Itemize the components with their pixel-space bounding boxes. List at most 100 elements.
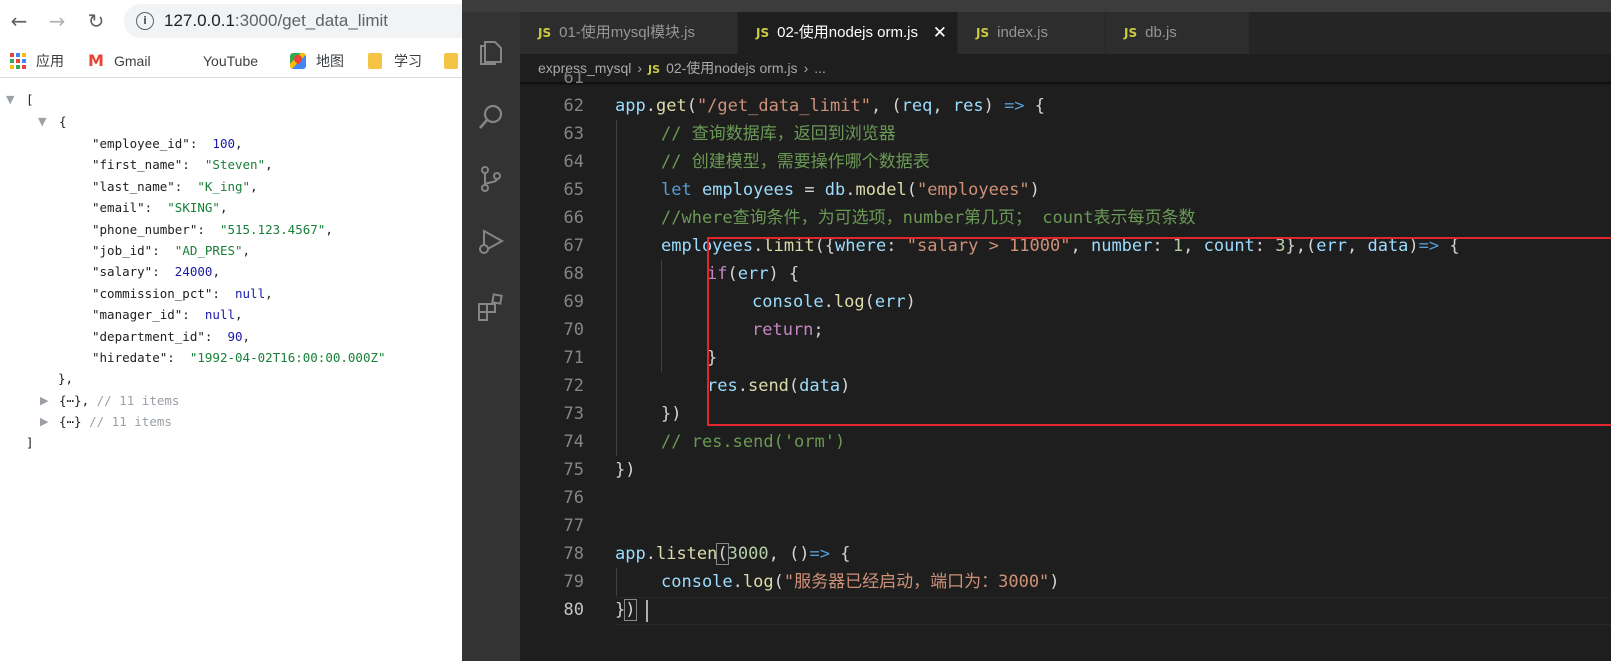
code-line-66: //where查询条件，为可选项，number第几页； count表示每页条数: [661, 208, 1196, 228]
back-arrow-icon[interactable]: ←: [6, 8, 32, 34]
url-text[interactable]: 127.0.0.1:3000/get_data_limit: [164, 11, 388, 31]
breadcrumb-file[interactable]: 02-使用nodejs orm.js: [666, 60, 798, 76]
json-key: "job_id":: [92, 243, 160, 258]
json-value: "515.123.4567": [219, 221, 326, 237]
js-file-icon: JS: [1124, 26, 1138, 40]
code-line-74: // res.send('orm'): [661, 432, 846, 452]
gmail-icon: M: [88, 51, 104, 70]
json-field: "first_name": "Steven",: [92, 157, 273, 173]
line-number: 79: [563, 572, 584, 592]
json-field: "commission_pct": null,: [92, 285, 273, 301]
browser-toolbar: ← → ↻ i 127.0.0.1:3000/get_data_limit: [0, 0, 462, 42]
json-value: "Steven": [204, 157, 266, 173]
json-key: "first_name":: [92, 157, 190, 173]
code-line-73: }): [661, 404, 682, 424]
line-number: 76: [563, 488, 584, 508]
json-value: "1992-04-02T16:00:00.000Z": [189, 350, 386, 365]
bookmark-apps[interactable]: 应用: [10, 51, 64, 71]
maps-icon: [290, 53, 308, 69]
tab-file[interactable]: JS db.js: [1106, 12, 1250, 54]
url-host: 127.0.0.1: [164, 11, 235, 30]
code-line-64: // 创建模型，需要操作哪个数据表: [661, 152, 930, 172]
line-number: 73: [563, 404, 584, 424]
breadcrumb-more[interactable]: ...: [814, 60, 826, 76]
bookmark-folder-study[interactable]: 学习: [368, 51, 422, 71]
bookmarks-bar: 应用 M Gmail YouTube 地图 学习: [0, 44, 462, 78]
tab-label: 02-使用nodejs orm.js: [777, 24, 918, 41]
json-key: "employee_id":: [92, 136, 198, 151]
line-number: 68: [563, 264, 584, 284]
extensions-icon[interactable]: [476, 292, 506, 322]
bookmark-gmail[interactable]: M Gmail: [88, 51, 151, 71]
tab-file[interactable]: JS 01-使用mysql模块.js: [520, 12, 738, 54]
line-number: 77: [563, 516, 584, 536]
json-value: null: [204, 307, 236, 323]
bookmark-label: 应用: [36, 53, 64, 69]
tab-file-active[interactable]: JS 02-使用nodejs orm.js ✕: [738, 12, 958, 54]
tab-label: db.js: [1145, 24, 1177, 41]
search-icon[interactable]: [476, 102, 506, 132]
json-key: "salary":: [92, 264, 160, 280]
chevron-right-icon: ›: [803, 60, 809, 76]
code-line-80: }): [615, 599, 637, 621]
line-number: 63: [563, 124, 584, 144]
line-number: 66: [563, 208, 584, 228]
bookmark-label: YouTube: [203, 53, 259, 69]
json-collapsed-object[interactable]: {⋯} // 11 items: [59, 412, 172, 432]
explorer-files-icon[interactable]: [476, 38, 506, 68]
json-value: null: [235, 285, 266, 301]
json-field: "department_id": 90,: [92, 328, 251, 344]
line-number: 70: [563, 320, 584, 340]
bookmark-youtube[interactable]: YouTube: [177, 51, 258, 71]
code-line-75: }): [615, 460, 636, 480]
js-file-icon: JS: [976, 26, 990, 40]
collapse-triangle-icon[interactable]: ▶: [40, 412, 48, 432]
js-file-icon: JS: [756, 26, 770, 40]
tab-label: 01-使用mysql模块.js: [559, 24, 695, 41]
json-field: "email": "SKING",: [92, 200, 228, 216]
source-control-icon[interactable]: [476, 164, 506, 194]
bookmark-label: 地图: [316, 53, 344, 69]
expand-triangle-icon[interactable]: ▼: [6, 90, 14, 110]
forward-arrow-icon[interactable]: →: [44, 8, 70, 34]
json-key: "department_id":: [92, 328, 213, 344]
code-editor-window: JS 01-使用mysql模块.js JS 02-使用nodejs orm.js ✕ …: [462, 0, 1611, 661]
line-number: 62: [563, 96, 584, 116]
run-debug-icon[interactable]: [476, 227, 506, 257]
tab-label: index.js: [997, 24, 1048, 41]
tab-file[interactable]: JS index.js: [958, 12, 1106, 54]
collapse-triangle-icon[interactable]: ▶: [40, 391, 48, 411]
close-icon[interactable]: ✕: [933, 12, 947, 54]
address-bar[interactable]: i 127.0.0.1:3000/get_data_limit: [124, 4, 462, 38]
json-key: "last_name":: [92, 178, 183, 194]
code-line-65: let employees = db.model("employees"): [661, 180, 1040, 200]
reload-icon[interactable]: ↻: [83, 8, 109, 34]
folder-icon: [368, 53, 386, 69]
info-icon[interactable]: i: [136, 12, 154, 30]
json-field: "phone_number": "515.123.4567",: [92, 221, 333, 237]
json-key: "email":: [92, 200, 153, 216]
json-field: "salary": 24000,: [92, 264, 220, 280]
json-value: "AD_PRES": [174, 243, 243, 258]
line-number: 74: [563, 432, 584, 452]
line-number: 65: [563, 180, 584, 200]
collapsed-object-text: {⋯}: [59, 414, 82, 429]
code-line-78: app.listen(3000, ()=> {: [615, 543, 851, 565]
title-bar: [462, 0, 1611, 12]
indent-guide: [661, 260, 662, 372]
bookmark-folder-more[interactable]: [444, 51, 462, 71]
expand-triangle-icon[interactable]: ▼: [38, 112, 46, 132]
line-number: 72: [563, 376, 584, 396]
bookmark-maps[interactable]: 地图: [290, 51, 344, 71]
line-number: 71: [563, 348, 584, 368]
code-area[interactable]: 61 62 63 64 65 66 67 68 69 70 71 72 73 74 75 76 77 78 79 8…: [520, 72, 1611, 661]
activity-bar: [462, 12, 520, 661]
json-array-open: [: [26, 92, 34, 107]
code-line-79: console.log("服务器已经启动，端口为：3000"): [661, 572, 1060, 592]
json-collapsed-object[interactable]: {⋯}, // 11 items: [59, 391, 179, 411]
line-number: 78: [563, 544, 584, 564]
text-cursor: [646, 600, 648, 622]
annotation-highlight-box: [707, 237, 1611, 426]
line-number: 69: [563, 292, 584, 312]
current-line-highlight: [615, 597, 1611, 625]
